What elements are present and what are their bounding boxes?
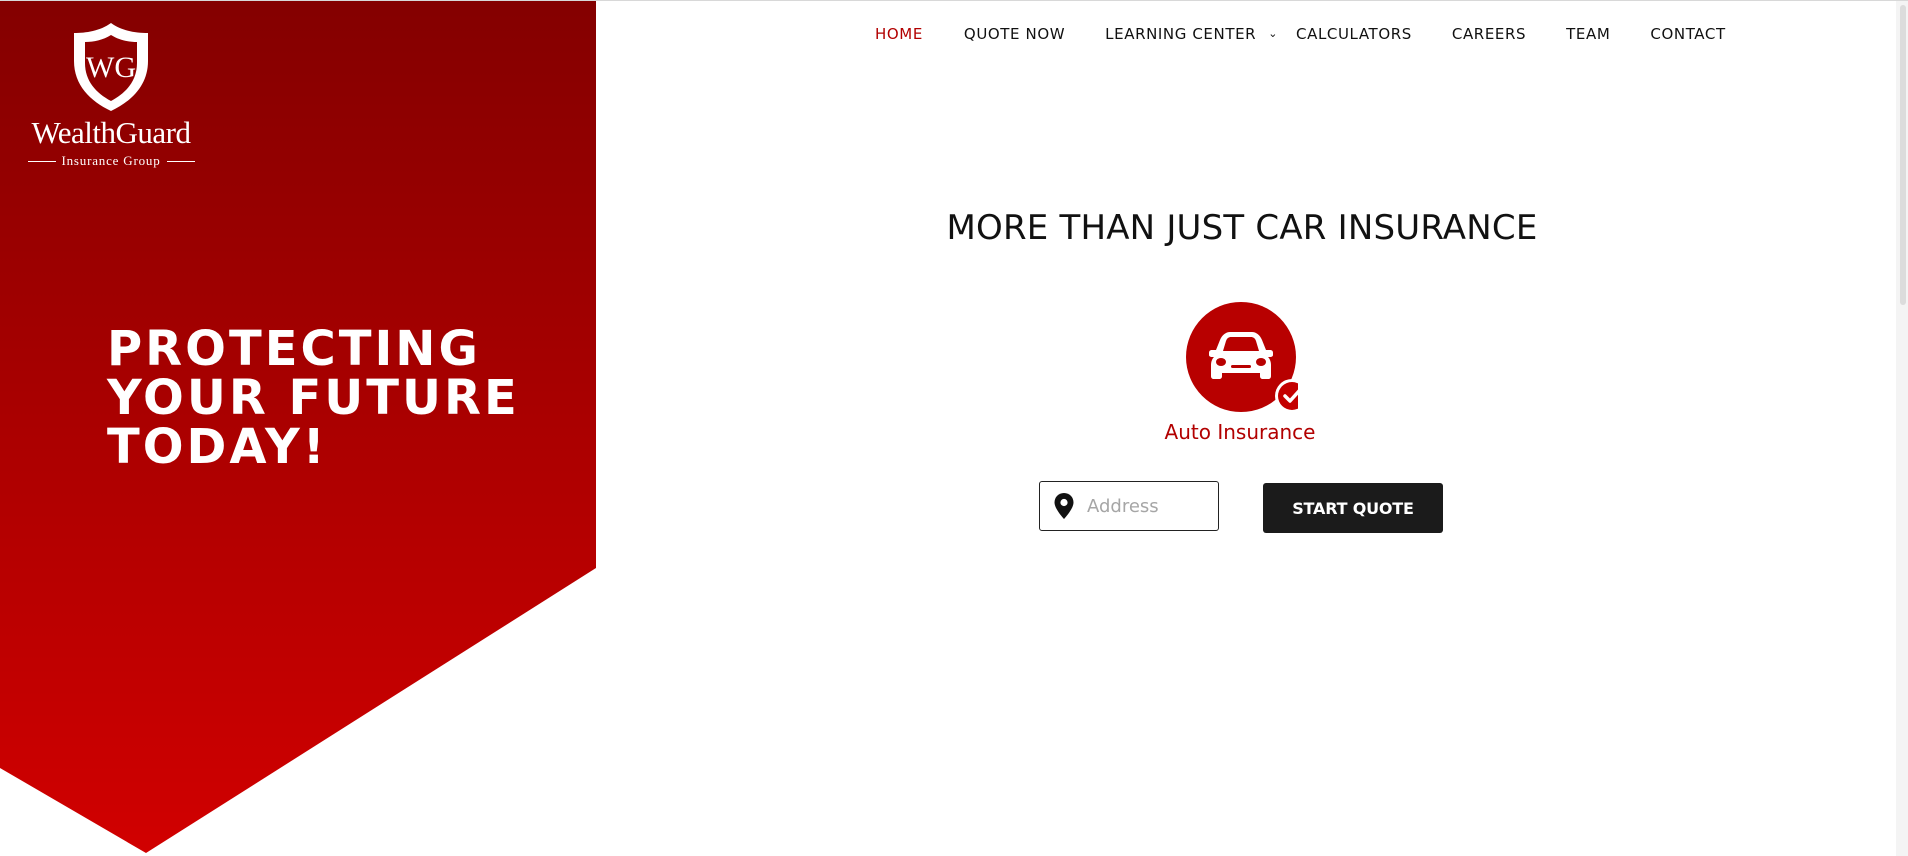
map-pin-icon (1054, 493, 1074, 519)
shield-logo-icon: WG (70, 21, 152, 113)
product-label[interactable]: Auto Insurance (1090, 420, 1390, 444)
logo-brand-name: WealthGuard (31, 115, 192, 150)
nav-item-contact[interactable]: CONTACT (1650, 25, 1725, 43)
address-field[interactable] (1039, 481, 1219, 531)
logo-rule-right (166, 160, 195, 162)
scrollbar[interactable] (1896, 1, 1908, 856)
logo-tagline-text: Insurance Group (61, 153, 161, 168)
hero-title: PROTECTING YOUR FUTURE TODAY! (107, 321, 520, 475)
nav-item-home[interactable]: HOME (875, 25, 923, 43)
scrollbar-thumb[interactable] (1900, 5, 1906, 305)
logo-tagline: Insurance Group (18, 153, 204, 169)
address-input[interactable] (1087, 495, 1207, 517)
chevron-down-icon[interactable]: ⌄ (1268, 27, 1278, 40)
logo-rule-left (27, 160, 56, 162)
logo[interactable]: WG WealthGuard Insurance Group (18, 21, 204, 171)
nav-item-learning-center-label: LEARNING CENTER (1105, 25, 1257, 43)
main-nav: HOME QUOTE NOW LEARNING CENTER ⌄ CALCULA… (875, 25, 1726, 43)
nav-item-learning-center[interactable]: LEARNING CENTER ⌄ (1105, 25, 1278, 43)
page: WG WealthGuard Insurance Group PROTECTIN… (0, 0, 1908, 856)
nav-item-team[interactable]: TEAM (1566, 25, 1610, 43)
logo-monogram: WG (86, 51, 136, 84)
nav-item-careers[interactable]: CAREERS (1452, 25, 1526, 43)
nav-item-quote-now[interactable]: QUOTE NOW (964, 25, 1065, 43)
section-headline: MORE THAN JUST CAR INSURANCE (946, 208, 1538, 248)
auto-insurance-option[interactable] (1186, 302, 1309, 414)
start-quote-button[interactable]: START QUOTE (1263, 483, 1443, 533)
nav-item-calculators[interactable]: CALCULATORS (1296, 25, 1412, 43)
